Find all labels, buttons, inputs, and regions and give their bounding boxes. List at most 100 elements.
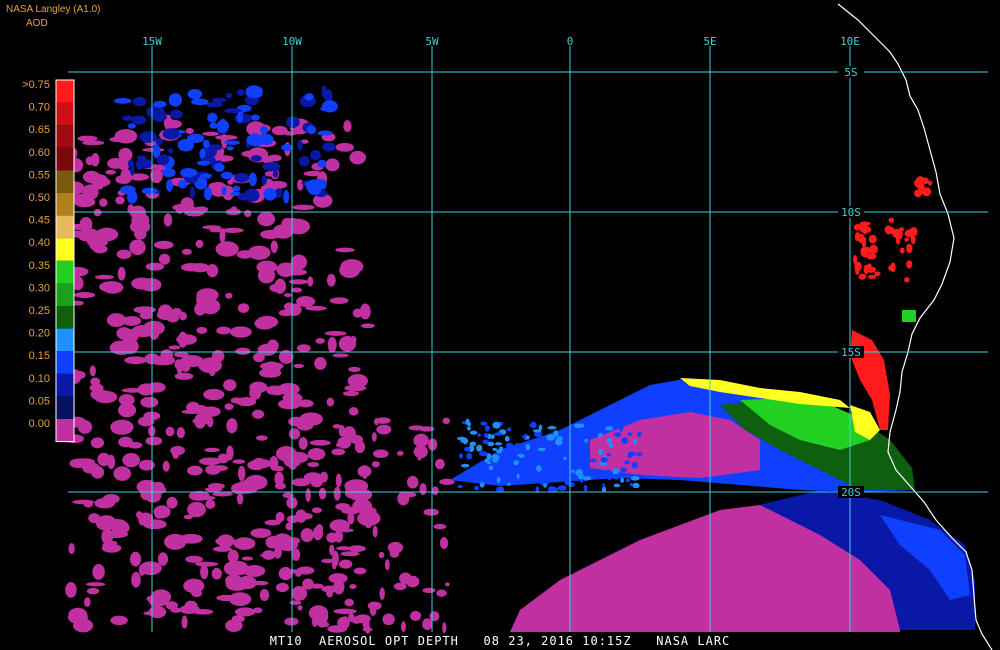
aerosol-pixel	[143, 611, 162, 616]
aerosol-pixel	[318, 487, 327, 500]
aerosol-pixel	[344, 598, 354, 607]
aerosol-pixel	[117, 266, 126, 281]
aerosol-pixel	[585, 468, 592, 473]
aerosol-pixel	[601, 486, 607, 493]
aerosol-pixel	[277, 399, 301, 410]
aerosol-pixel	[367, 601, 382, 611]
aerosol-pixel	[344, 487, 360, 499]
aerosol-pixel	[514, 443, 522, 447]
aerosol-pixel	[164, 533, 187, 550]
legend-swatch-13	[56, 373, 74, 397]
aerosol-pixel	[281, 143, 293, 151]
aerosol-pixel	[162, 128, 180, 140]
aerosol-pixel	[166, 496, 178, 509]
aerosol-pixel	[297, 139, 303, 151]
aerosol-pixel	[139, 561, 162, 576]
aerosol-pixel	[906, 260, 913, 269]
aerosol-pixel	[69, 458, 88, 469]
aerosol-pixel	[153, 240, 174, 250]
aerosol-pixel	[258, 265, 270, 273]
image-caption: MT10 AEROSOL OPT DEPTH 08 23, 2016 10:15…	[269, 634, 731, 648]
legend-swatch-5	[56, 193, 74, 216]
aerosol-pixel	[387, 541, 404, 554]
aerosol-pixel	[313, 618, 327, 626]
aerosol-pixel	[598, 461, 607, 466]
aerosol-pixel	[223, 379, 237, 391]
lon-label-4: 5E	[703, 35, 716, 48]
aerosol-pixel	[215, 241, 239, 257]
aerosol-pixel	[309, 583, 324, 589]
aerosol-pixel	[555, 462, 561, 466]
aerosol-pixel	[570, 423, 575, 428]
aerosol-pixel	[589, 458, 597, 463]
aerosol-pixel	[904, 277, 910, 283]
aerosol-pixel	[83, 500, 94, 508]
aerosol-pixel	[129, 239, 146, 256]
aerosol-pixel	[496, 476, 501, 484]
aerosol-pixel	[335, 142, 354, 152]
aerosol-pixel	[283, 293, 292, 298]
lon-label-0: 15W	[142, 35, 162, 48]
legend-swatch-15	[56, 419, 74, 442]
aerosol-pixel	[476, 444, 483, 452]
aerosol-pixel	[199, 148, 206, 158]
aerosol-pixel	[507, 482, 511, 486]
legend-label-15: 0.00	[29, 418, 50, 430]
aerosol-pixel	[269, 283, 287, 293]
aerosol-pixel	[413, 433, 429, 448]
aerosol-pixel	[77, 135, 98, 142]
aerosol-pixel	[892, 228, 903, 239]
aerosol-pixel	[255, 435, 268, 441]
aerosol-pixel	[482, 439, 490, 444]
aerosol-pixel	[121, 172, 132, 184]
aerosol-pixel	[865, 253, 877, 260]
aerosol-pixel	[888, 265, 894, 271]
aerosol-pixel	[259, 362, 284, 371]
aerosol-pixel	[181, 615, 188, 629]
aerosol-pixel	[139, 131, 157, 143]
aerosol-pixel	[483, 433, 489, 438]
aerosol-pixel	[582, 476, 592, 481]
aerosol-pixel	[230, 397, 243, 404]
legend-label-7: 0.40	[29, 237, 50, 249]
aerosol-pixel	[625, 478, 631, 483]
aerosol-pixel	[480, 421, 488, 426]
aerosol-pixel	[114, 129, 138, 144]
legend-swatch-11	[56, 328, 74, 352]
aerosol-pixel	[250, 114, 260, 121]
aerosol-pixel	[236, 89, 245, 96]
aerosol-pixel	[257, 211, 276, 227]
aerosol-pixel	[278, 566, 293, 581]
aerosol-pixel	[126, 190, 138, 204]
aerosol-pixel	[348, 366, 361, 373]
aerosol-pixel	[305, 488, 311, 503]
lat-label-0: 5S	[844, 66, 857, 79]
aerosol-pixel	[118, 394, 135, 406]
aerosol-pixel	[484, 458, 489, 463]
aerosol-pixel	[529, 423, 535, 427]
aerosol-pixel	[372, 525, 378, 538]
aerosol-pixel	[525, 443, 531, 451]
aerosol-pixel	[92, 563, 105, 580]
aerosol-pixel	[510, 466, 518, 471]
aerosol-pixel	[169, 109, 183, 119]
aerosol-pixel	[355, 614, 371, 624]
aerosol-pixel	[267, 154, 282, 162]
aerosol-pixel	[250, 528, 272, 538]
aerosol-pixel	[507, 427, 512, 432]
aerosol-pixel	[253, 607, 263, 614]
aerosol-pixel	[244, 209, 252, 218]
aerosol-pixel	[200, 564, 209, 580]
aerosol-pixel	[874, 271, 881, 277]
aerosol-pixel	[320, 106, 330, 112]
aerosol-pixel	[329, 297, 349, 304]
aerosol-pixel	[427, 438, 438, 451]
aerosol-pixel	[145, 262, 165, 271]
aerosol-pixel	[232, 185, 241, 192]
aerosol-pixel	[333, 608, 357, 615]
aerosol-pixel	[858, 273, 867, 280]
aerosol-pixel	[202, 131, 219, 136]
aerosol-pixel	[101, 543, 122, 553]
aerosol-pixel	[297, 605, 303, 611]
aerosol-pixel	[458, 453, 463, 459]
